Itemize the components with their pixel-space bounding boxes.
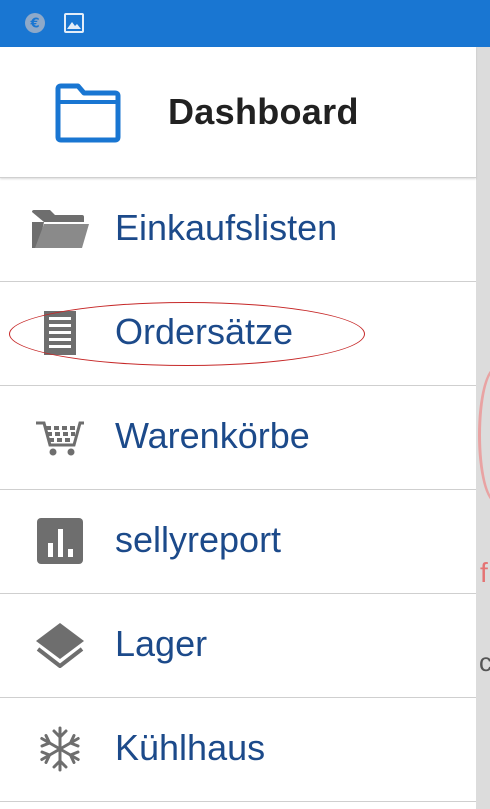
menu-item-label: Ordersätze	[115, 311, 294, 352]
menu-item-ordersaetze[interactable]: Ordersätze	[0, 282, 476, 386]
document-icon	[30, 308, 90, 358]
menu-item-kuehlhaus[interactable]: Kühlhaus	[0, 698, 476, 802]
drawer-menu: Einkaufslisten Ordersätze Warenkörbe sel…	[0, 178, 476, 802]
menu-item-label: Warenkörbe	[115, 415, 310, 456]
navigation-drawer: Dashboard Einkaufslisten Ordersätze Ware…	[0, 47, 476, 809]
shopping-cart-icon	[30, 412, 90, 462]
folder-icon	[55, 83, 121, 143]
svg-text:€: €	[29, 17, 39, 32]
layers-icon	[30, 620, 90, 670]
menu-item-einkaufslisten[interactable]: Einkaufslisten	[0, 178, 476, 282]
snowflake-icon	[30, 724, 90, 774]
open-folder-icon	[30, 204, 90, 254]
menu-item-label: sellyreport	[115, 519, 282, 560]
content-backdrop[interactable]: f c	[476, 47, 490, 809]
image-icon	[64, 13, 84, 33]
drawer-header[interactable]: Dashboard	[0, 47, 476, 178]
status-bar: €	[0, 0, 490, 47]
menu-item-label: Kühlhaus	[115, 727, 266, 768]
menu-item-sellyreport[interactable]: sellyreport	[0, 490, 476, 594]
menu-item-lager[interactable]: Lager	[0, 594, 476, 698]
bar-chart-icon	[30, 516, 90, 566]
euro-icon: €	[25, 13, 45, 33]
drawer-title: Dashboard	[168, 91, 359, 132]
menu-item-label: Einkaufslisten	[115, 207, 338, 248]
menu-item-warenkoerbe[interactable]: Warenkörbe	[0, 386, 476, 490]
menu-item-label: Lager	[115, 623, 208, 664]
